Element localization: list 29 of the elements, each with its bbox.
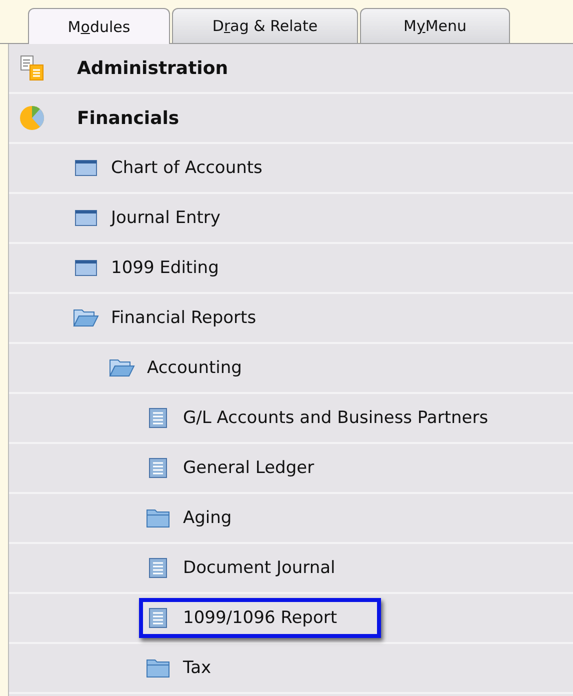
report-icon (149, 558, 167, 578)
tree-item[interactable]: Document Journal (139, 548, 380, 588)
pie-chart-icon (19, 105, 45, 131)
tree-item[interactable]: G/L Accounts and Business Partners (139, 398, 532, 438)
report-icon (149, 608, 167, 628)
open-folder-icon (73, 308, 99, 328)
tree-item[interactable]: Aging (139, 498, 276, 538)
documents-icon (20, 55, 44, 81)
tree-item[interactable]: Accounting (103, 348, 286, 388)
tree-item[interactable]: Journal Entry (67, 198, 264, 238)
tree-item[interactable]: Tax (139, 648, 256, 688)
open-folder-icon (109, 358, 135, 378)
tree-item[interactable]: General Ledger (139, 448, 358, 488)
report-icon (149, 458, 167, 478)
folder-icon (146, 508, 170, 528)
tree-item[interactable]: 1099 Editing (67, 248, 263, 288)
report-icon (149, 408, 167, 428)
tree-item[interactable]: Chart of Accounts (67, 148, 306, 188)
tab[interactable]: Modules (28, 8, 170, 44)
tab[interactable]: Drag & Relate (172, 8, 358, 43)
tab[interactable]: MyMenu (360, 8, 510, 43)
tree-item[interactable]: Administration (11, 45, 272, 91)
window-icon (75, 210, 97, 226)
folder-icon (146, 658, 170, 678)
tree-item[interactable]: 1099/1096 Report (139, 598, 382, 638)
window-icon (75, 160, 97, 176)
tree-item[interactable]: Financials (11, 95, 224, 141)
window-icon (75, 260, 97, 276)
tree-item[interactable]: Financial Reports (67, 298, 300, 338)
